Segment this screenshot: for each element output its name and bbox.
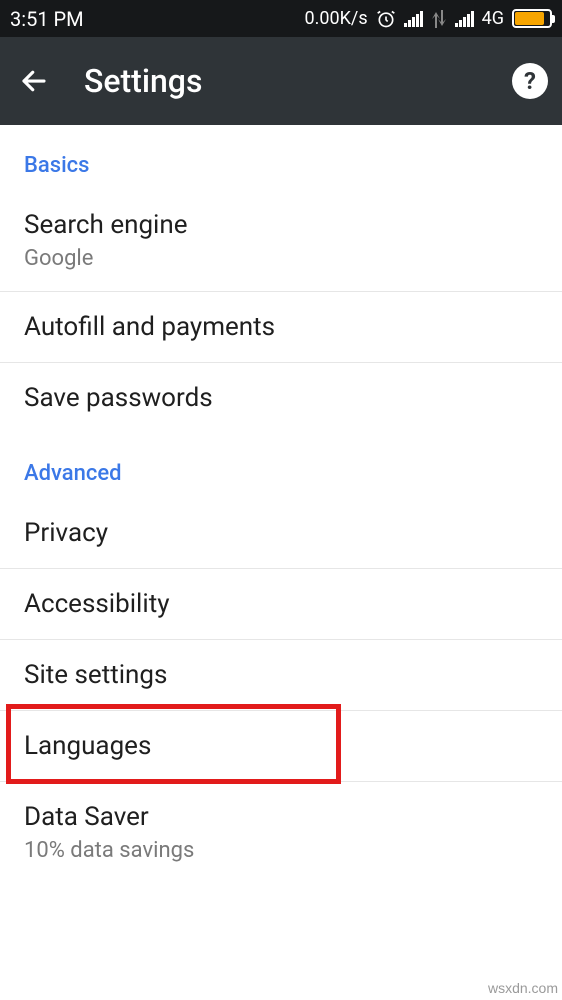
alarm-icon <box>376 9 396 29</box>
battery-icon <box>512 9 552 28</box>
section-header-basics: Basics <box>0 125 562 190</box>
row-data-saver[interactable]: Data Saver 10% data savings <box>0 782 562 883</box>
row-title: Privacy <box>24 518 538 548</box>
row-title: Autofill and payments <box>24 312 538 342</box>
row-title: Site settings <box>24 660 538 690</box>
network-speed: 0.00K/s <box>305 8 368 29</box>
section-header-advanced: Advanced <box>0 433 562 498</box>
row-title: Search engine <box>24 210 538 240</box>
data-arrows-icon <box>431 10 447 28</box>
row-subtitle: 10% data savings <box>24 838 538 863</box>
back-arrow-icon <box>19 66 49 96</box>
row-title: Accessibility <box>24 589 538 619</box>
row-save-passwords[interactable]: Save passwords <box>0 363 562 433</box>
row-languages[interactable]: Languages <box>0 711 562 782</box>
settings-list: Basics Search engine Google Autofill and… <box>0 125 562 883</box>
row-title: Save passwords <box>24 383 538 413</box>
row-title: Data Saver <box>24 802 538 832</box>
row-title: Languages <box>24 731 538 761</box>
help-icon: ? <box>524 67 536 95</box>
row-search-engine[interactable]: Search engine Google <box>0 190 562 292</box>
row-subtitle: Google <box>24 246 538 271</box>
row-site-settings[interactable]: Site settings <box>0 640 562 711</box>
app-bar: Settings ? <box>0 37 562 125</box>
status-bar: 3:51 PM 0.00K/s 4G <box>0 0 562 37</box>
page-title: Settings <box>84 62 512 100</box>
status-right: 0.00K/s 4G <box>305 8 553 29</box>
back-button[interactable] <box>14 61 54 101</box>
watermark: wsxdn.com <box>488 980 558 996</box>
row-accessibility[interactable]: Accessibility <box>0 569 562 640</box>
row-privacy[interactable]: Privacy <box>0 498 562 569</box>
signal-icon-2 <box>455 11 474 27</box>
status-time: 3:51 PM <box>10 7 84 31</box>
signal-icon-1 <box>404 11 423 27</box>
help-button[interactable]: ? <box>512 63 548 99</box>
row-autofill[interactable]: Autofill and payments <box>0 292 562 363</box>
network-type: 4G <box>482 8 504 29</box>
